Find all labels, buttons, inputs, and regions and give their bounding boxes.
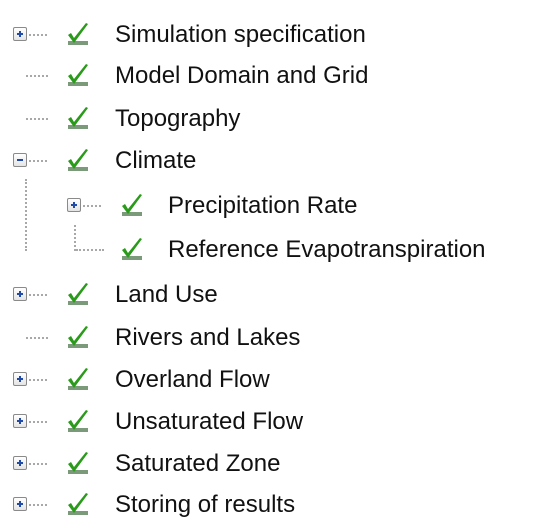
green-check-icon bbox=[68, 283, 88, 305]
green-check-icon bbox=[68, 107, 88, 129]
tree-item-unsaturated-flow[interactable]: Unsaturated Flow bbox=[0, 402, 550, 442]
green-check-icon bbox=[68, 23, 88, 45]
expand-icon[interactable] bbox=[13, 287, 27, 301]
collapse-icon[interactable] bbox=[13, 153, 27, 167]
tree-item-storing-of-results[interactable]: Storing of results bbox=[0, 485, 550, 525]
expand-icon[interactable] bbox=[13, 414, 27, 428]
green-check-icon bbox=[68, 64, 88, 86]
tree-item-model-domain-and-grid[interactable]: Model Domain and Grid bbox=[0, 56, 550, 96]
tree-connector bbox=[76, 249, 104, 251]
tree-item-rivers-and-lakes[interactable]: Rivers and Lakes bbox=[0, 318, 550, 358]
tree-item-precipitation-rate[interactable]: Precipitation Rate bbox=[0, 186, 550, 226]
expand-icon[interactable] bbox=[67, 198, 81, 212]
tree-item-overland-flow[interactable]: Overland Flow bbox=[0, 360, 550, 400]
green-check-icon bbox=[68, 410, 88, 432]
tree-item-saturated-zone[interactable]: Saturated Zone bbox=[0, 444, 550, 484]
setup-tree: Simulation specification Model Domain an… bbox=[0, 0, 550, 527]
tree-item-label: Unsaturated Flow bbox=[115, 408, 304, 435]
green-check-icon bbox=[122, 238, 142, 260]
tree-item-label: Climate bbox=[115, 147, 197, 174]
green-check-icon bbox=[68, 326, 88, 348]
expand-icon[interactable] bbox=[13, 27, 27, 41]
tree-connector bbox=[29, 160, 47, 162]
tree-connector bbox=[29, 379, 47, 381]
expand-icon[interactable] bbox=[13, 456, 27, 470]
green-check-icon bbox=[122, 194, 142, 216]
tree-connector bbox=[29, 294, 47, 296]
green-check-icon bbox=[68, 149, 88, 171]
tree-connector bbox=[26, 118, 48, 120]
tree-item-label: Overland Flow bbox=[115, 366, 270, 393]
tree-item-label: Rivers and Lakes bbox=[115, 324, 301, 351]
tree-item-label: Storing of results bbox=[115, 491, 296, 518]
tree-connector bbox=[29, 463, 47, 465]
tree-connector bbox=[29, 504, 47, 506]
tree-connector bbox=[26, 337, 48, 339]
tree-item-label: Topography bbox=[115, 105, 241, 132]
tree-connector bbox=[83, 205, 101, 207]
green-check-icon bbox=[68, 368, 88, 390]
tree-item-climate[interactable]: Climate bbox=[0, 141, 550, 181]
tree-connector bbox=[29, 421, 47, 423]
tree-item-land-use[interactable]: Land Use bbox=[0, 275, 550, 315]
tree-item-label: Model Domain and Grid bbox=[115, 62, 369, 89]
expand-icon[interactable] bbox=[13, 497, 27, 511]
tree-item-label: Simulation specification bbox=[115, 21, 366, 48]
tree-item-simulation-specification[interactable]: Simulation specification bbox=[0, 15, 550, 55]
green-check-icon bbox=[68, 452, 88, 474]
tree-connector bbox=[26, 75, 48, 77]
green-check-icon bbox=[68, 493, 88, 515]
tree-item-label: Land Use bbox=[115, 281, 218, 308]
tree-connector bbox=[29, 34, 47, 36]
tree-item-topography[interactable]: Topography bbox=[0, 99, 550, 139]
expand-icon[interactable] bbox=[13, 372, 27, 386]
tree-item-reference-evapotranspiration[interactable]: Reference Evapotranspiration bbox=[0, 230, 550, 270]
tree-item-label: Reference Evapotranspiration bbox=[168, 236, 486, 263]
tree-item-label: Saturated Zone bbox=[115, 450, 281, 477]
tree-item-label: Precipitation Rate bbox=[168, 192, 358, 219]
